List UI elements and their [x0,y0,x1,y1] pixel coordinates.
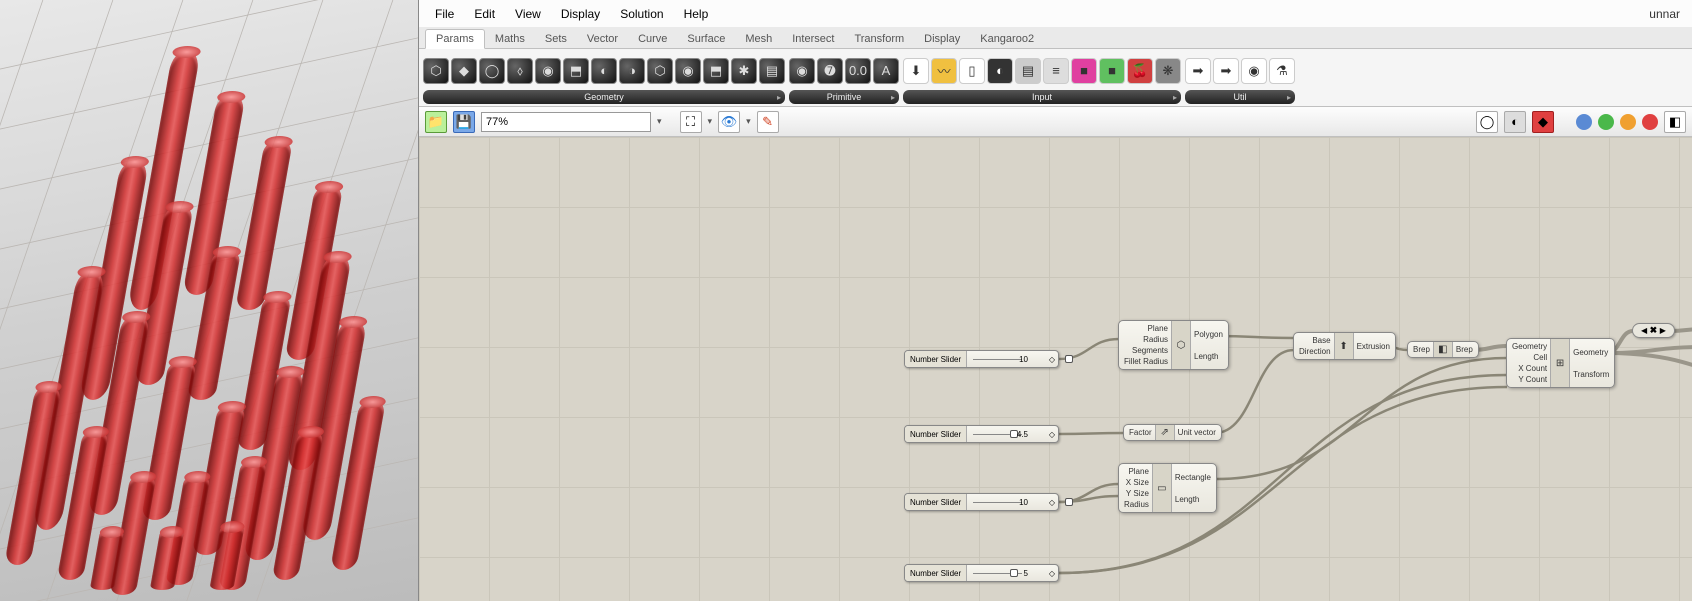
rhino-viewport[interactable] [0,0,418,601]
ribbon-geometry-10-icon[interactable]: ⬒ [703,58,729,84]
ribbon-geometry-12-icon[interactable]: ▤ [759,58,785,84]
sketch-icon[interactable]: ✎ [757,111,779,133]
ribbon-group-primitive[interactable]: Primitive [789,90,899,104]
ribbon-group-util[interactable]: Util [1185,90,1295,104]
slider-label: Number Slider [905,565,967,581]
preview-green-icon[interactable] [1598,114,1614,130]
menu-solution[interactable]: Solution [610,3,673,25]
ribbon-util-0-icon[interactable]: ➡ [1185,58,1211,84]
zoom-extents-icon[interactable]: ⛶ [680,111,702,133]
ribbon-group-input[interactable]: Input [903,90,1181,104]
slider-label: Number Slider [905,351,967,367]
tab-params[interactable]: Params [425,29,485,49]
brep-component[interactable]: Brep◧Brep [1407,341,1479,358]
preview-icon[interactable]: 👁 [718,111,740,133]
canvas[interactable]: Number Slider 10 ◇Number Slider 4.5 ◇Num… [419,137,1692,601]
ribbon-input-3-icon[interactable]: ◐ [987,58,1013,84]
menu-help[interactable]: Help [674,3,719,25]
ribbon-util-2-icon[interactable]: ◉ [1241,58,1267,84]
menu-display[interactable]: Display [551,3,610,25]
slider-label: Number Slider [905,426,967,442]
grasshopper-window: File Edit View Display Solution Help unn… [418,0,1692,601]
ribbon-tabs: ParamsMathsSetsVectorCurveSurfaceMeshInt… [419,27,1692,49]
tab-display[interactable]: Display [914,30,970,48]
ribbon-input-9-icon[interactable]: ❋ [1155,58,1181,84]
ribbon-geometry-6-icon[interactable]: ◐ [591,58,617,84]
menu-view[interactable]: View [505,3,551,25]
preview-red-icon[interactable] [1642,114,1658,130]
ribbon-primitive-1-icon[interactable]: ➐ [817,58,843,84]
tab-maths[interactable]: Maths [485,30,535,48]
ribbon-primitive-2-icon[interactable]: 0.0 [845,58,871,84]
slider-label: Number Slider [905,494,967,510]
menu-file[interactable]: File [425,3,464,25]
document-title: unnar [1639,3,1686,25]
ribbon-primitive-3-icon[interactable]: A [873,58,899,84]
ribbon-input-6-icon[interactable]: ■ [1071,58,1097,84]
ribbon-geometry-9-icon[interactable]: ◉ [675,58,701,84]
ribbon-input-2-icon[interactable]: ▯ [959,58,985,84]
ribbon-geometry-11-icon[interactable]: ✱ [731,58,757,84]
menu-bar: File Edit View Display Solution Help unn… [419,0,1692,27]
open-icon[interactable]: 📁 [425,111,447,133]
rendered-icon[interactable]: ◆ [1532,111,1554,133]
tab-transform[interactable]: Transform [844,30,914,48]
ribbon-input-7-icon[interactable]: ■ [1099,58,1125,84]
number-slider-0[interactable]: Number Slider 10 ◇ [904,350,1059,368]
ribbon-primitive-0-icon[interactable]: ◉ [789,58,815,84]
cull-component[interactable]: ◀ ✖ ▶ [1632,323,1675,338]
save-icon[interactable]: 💾 [453,111,475,133]
preview-settings-icon[interactable]: ◧ [1664,111,1686,133]
rectangle-component[interactable]: PlaneX SizeY SizeRadius▭RectangleLength [1118,463,1217,513]
tab-vector[interactable]: Vector [577,30,628,48]
number-slider-3[interactable]: Number Slider 5 ◇ [904,564,1059,582]
ribbon-util-1-icon[interactable]: ➡ [1213,58,1239,84]
extrude-component[interactable]: BaseDirection⬆Extrusion [1293,332,1396,360]
polygon-component[interactable]: PlaneRadiusSegmentsFillet Radius⬡Polygon… [1118,320,1229,370]
ribbon-geometry-0-icon[interactable]: ⬡ [423,58,449,84]
ribbon-input-8-icon[interactable]: 🍒 [1127,58,1153,84]
number-slider-2[interactable]: Number Slider 10 ◇ [904,493,1059,511]
ribbon-input-4-icon[interactable]: ▤ [1015,58,1041,84]
wireframe-icon[interactable]: ◯ [1476,111,1498,133]
ribbon: ⬡◆◯⬨◉⬒◐◑⬡◉⬒✱▤Geometry◉➐0.0APrimitive⬇〰▯◐… [419,49,1692,107]
ribbon-geometry-1-icon[interactable]: ◆ [451,58,477,84]
preview-selected-icon[interactable] [1576,114,1592,130]
tab-curve[interactable]: Curve [628,30,677,48]
ribbon-input-0-icon[interactable]: ⬇ [903,58,929,84]
tab-mesh[interactable]: Mesh [735,30,782,48]
ribbon-geometry-4-icon[interactable]: ◉ [535,58,561,84]
tab-surface[interactable]: Surface [677,30,735,48]
menu-edit[interactable]: Edit [464,3,505,25]
unitvec-component[interactable]: Factor⇗Unit vector [1123,424,1222,441]
preview-orange-icon[interactable] [1620,114,1636,130]
ribbon-util-3-icon[interactable]: ⚗ [1269,58,1295,84]
ribbon-input-1-icon[interactable]: 〰 [931,58,957,84]
ribbon-input-5-icon[interactable]: ≡ [1043,58,1069,84]
shaded-icon[interactable]: ◐ [1504,111,1526,133]
zoom-select[interactable] [481,112,651,132]
recgrid-component[interactable]: GeometryCellX CountY Count⊞GeometryTrans… [1506,338,1615,388]
ribbon-group-geometry[interactable]: Geometry [423,90,785,104]
number-slider-1[interactable]: Number Slider 4.5 ◇ [904,425,1059,443]
ribbon-geometry-2-icon[interactable]: ◯ [479,58,505,84]
ribbon-geometry-8-icon[interactable]: ⬡ [647,58,673,84]
ribbon-geometry-5-icon[interactable]: ⬒ [563,58,589,84]
ribbon-geometry-7-icon[interactable]: ◑ [619,58,645,84]
tab-intersect[interactable]: Intersect [782,30,844,48]
document-toolbar: 📁 💾 ▾ ⛶ ▾ 👁 ▾ ✎ ◯ ◐ ◆ ◧ [419,107,1692,137]
tab-kangaroo2[interactable]: Kangaroo2 [970,30,1044,48]
wires-layer [419,137,1692,601]
tab-sets[interactable]: Sets [535,30,577,48]
ribbon-geometry-3-icon[interactable]: ⬨ [507,58,533,84]
